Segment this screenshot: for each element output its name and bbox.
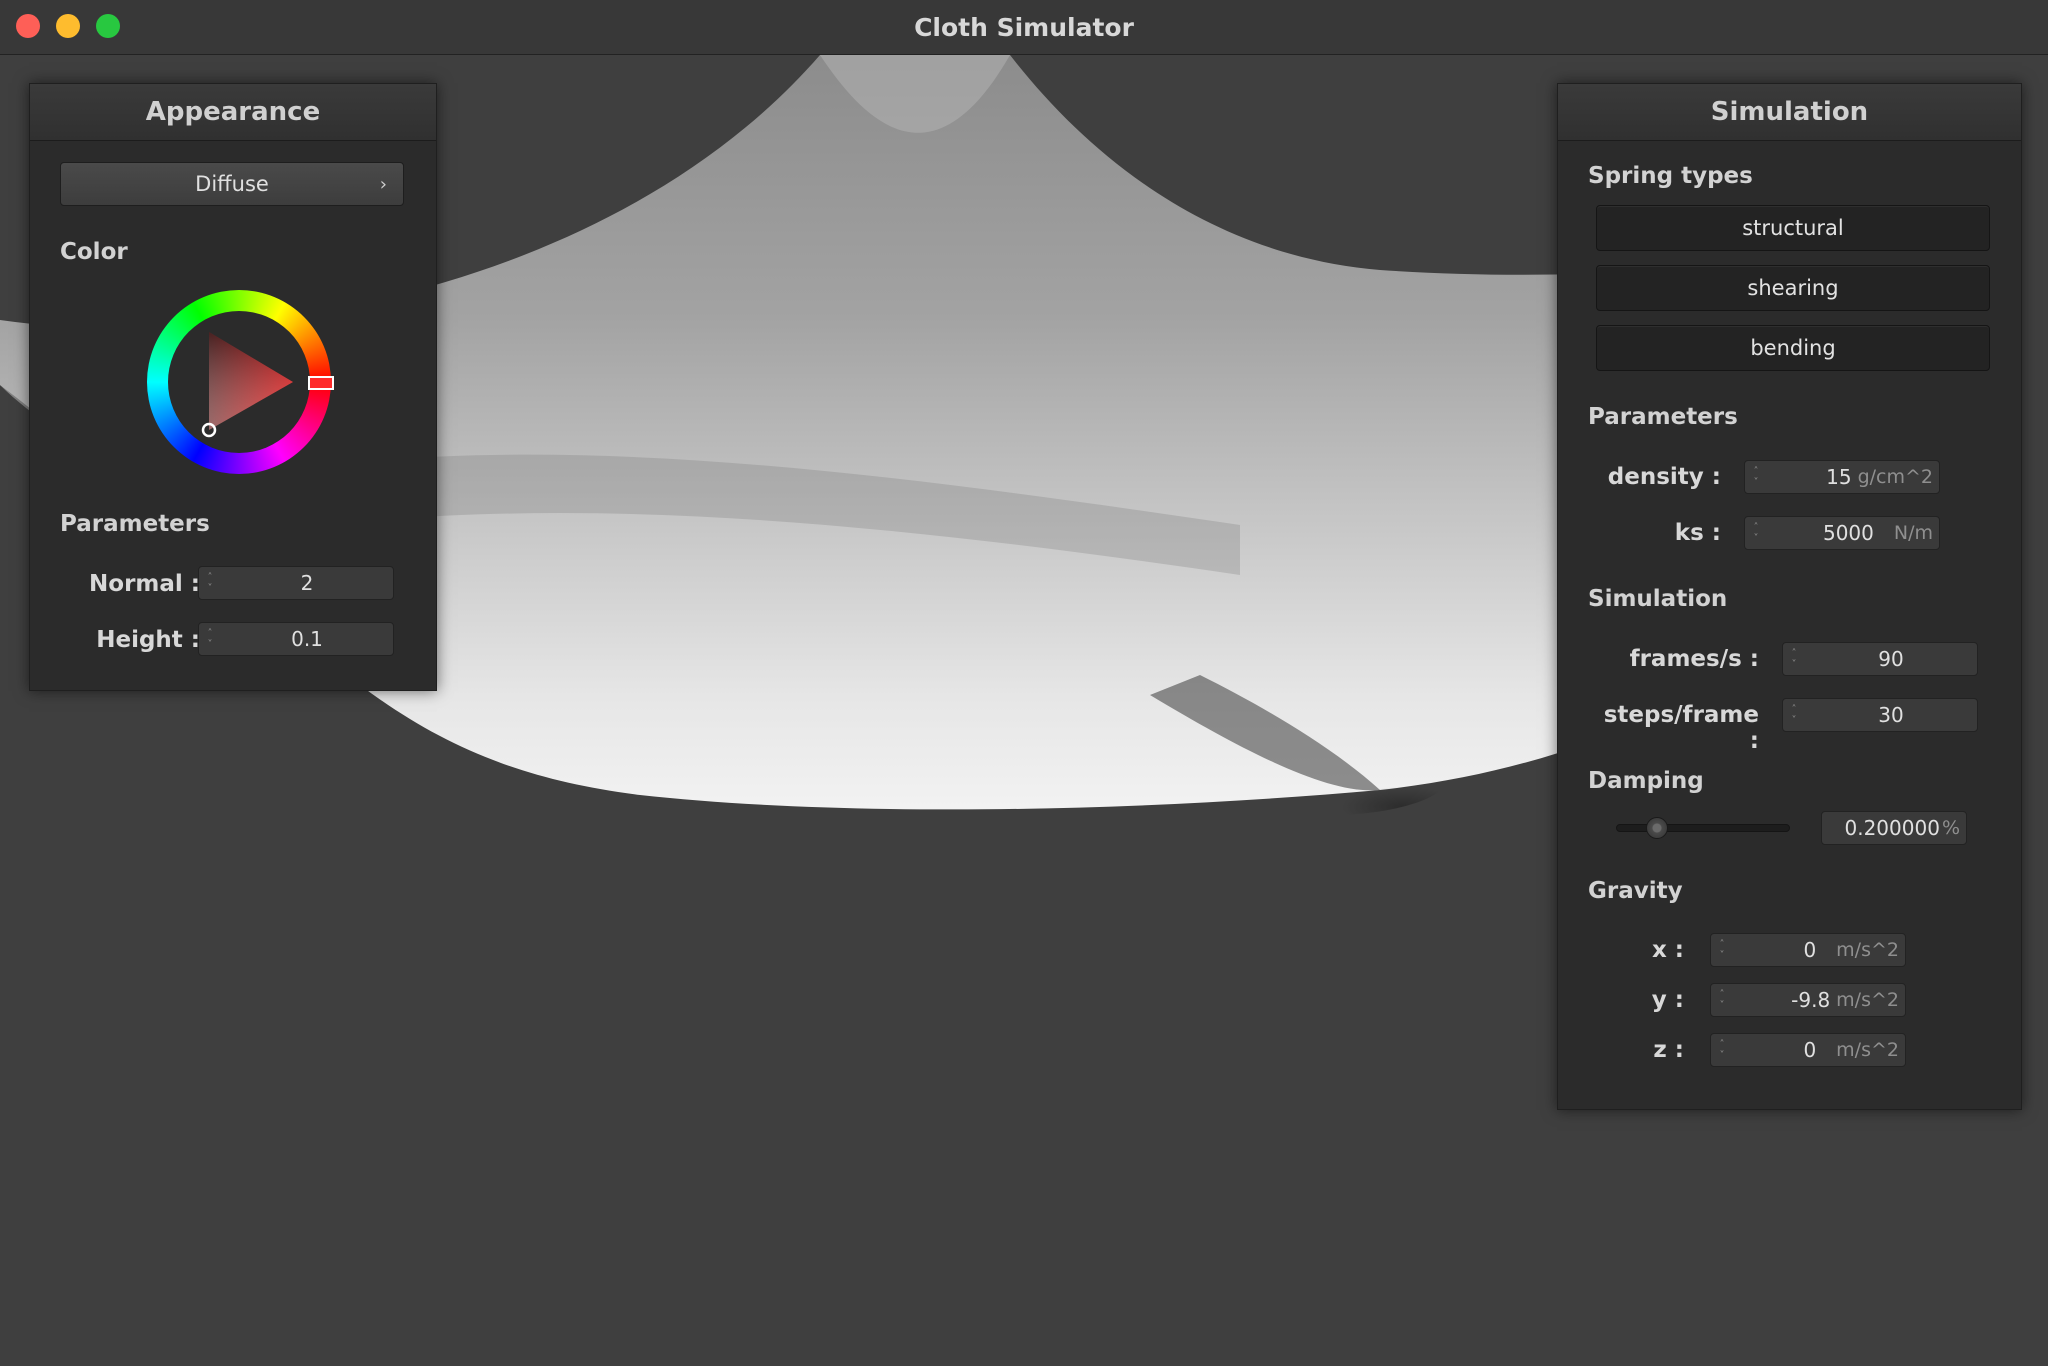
gravity-label: Gravity bbox=[1588, 878, 1683, 904]
close-window-button[interactable] bbox=[16, 14, 40, 38]
gravity-z-input[interactable]: ˄ ˅ 0 m/s^2 bbox=[1710, 1033, 1906, 1067]
sim-parameters-label: Parameters bbox=[1588, 404, 1738, 430]
spinner-icon[interactable]: ˄ ˅ bbox=[1711, 984, 1733, 1016]
normal-input[interactable]: ˄ ˅ 2 bbox=[198, 566, 394, 600]
damping-slider-track bbox=[1616, 824, 1790, 832]
ks-input[interactable]: ˄ ˅ 5000 N/m bbox=[1744, 516, 1940, 550]
ks-value: 5000 bbox=[1822, 521, 1874, 545]
gravity-x-unit: m/s^2 bbox=[1836, 939, 1899, 961]
appearance-parameters-label: Parameters bbox=[60, 511, 210, 537]
maximize-window-button[interactable] bbox=[96, 14, 120, 38]
height-value: 0.1 bbox=[291, 627, 323, 651]
damping-unit: % bbox=[1941, 817, 1960, 839]
spinner-icon[interactable]: ˄ ˅ bbox=[199, 567, 221, 599]
shader-dropdown-label: Diffuse bbox=[195, 172, 269, 196]
density-label: density : bbox=[1607, 464, 1721, 490]
height-label: Height : bbox=[96, 627, 200, 653]
spinner-icon[interactable]: ˄ ˅ bbox=[1711, 1034, 1733, 1066]
chevron-right-icon: › bbox=[379, 173, 387, 195]
shader-dropdown[interactable]: Diffuse › bbox=[60, 162, 404, 206]
spinner-icon[interactable]: ˄ ˅ bbox=[1745, 461, 1767, 493]
damping-input[interactable]: 0.200000 % bbox=[1821, 811, 1967, 845]
structural-toggle-button[interactable]: structural bbox=[1596, 205, 1990, 251]
damping-slider-thumb[interactable] bbox=[1646, 817, 1669, 839]
density-value: 15 bbox=[1826, 465, 1852, 489]
steps-per-frame-value: 30 bbox=[1878, 703, 1904, 727]
gravity-y-unit: m/s^2 bbox=[1836, 989, 1899, 1011]
color-wheel[interactable] bbox=[147, 290, 334, 474]
title-bar: Cloth Simulator bbox=[0, 0, 2048, 55]
gravity-z-value: 0 bbox=[1803, 1038, 1817, 1062]
damping-slider[interactable] bbox=[1616, 817, 1790, 839]
normal-value: 2 bbox=[300, 571, 314, 595]
gravity-y-value: -9.8 bbox=[1791, 988, 1831, 1012]
gravity-x-value: 0 bbox=[1803, 938, 1817, 962]
damping-label: Damping bbox=[1588, 768, 1704, 794]
normal-label: Normal : bbox=[89, 571, 200, 597]
window-title: Cloth Simulator bbox=[914, 12, 1134, 42]
appearance-panel-header[interactable]: Appearance bbox=[30, 84, 436, 141]
ks-label: ks : bbox=[1674, 520, 1721, 546]
steps-per-frame-label: steps/frame : bbox=[1603, 702, 1759, 754]
damping-value: 0.200000 bbox=[1844, 816, 1940, 840]
spinner-icon[interactable]: ˄ ˅ bbox=[1783, 643, 1805, 675]
shearing-toggle-button[interactable]: shearing bbox=[1596, 265, 1990, 311]
hue-handle[interactable] bbox=[308, 376, 334, 390]
spinner-icon[interactable]: ˄ ˅ bbox=[1783, 699, 1805, 731]
saturation-triangle[interactable] bbox=[147, 290, 331, 474]
minimize-window-button[interactable] bbox=[56, 14, 80, 38]
color-section-label: Color bbox=[60, 239, 128, 265]
gravity-z-unit: m/s^2 bbox=[1836, 1039, 1899, 1061]
steps-per-frame-input[interactable]: ˄ ˅ 30 bbox=[1782, 698, 1978, 732]
gravity-y-input[interactable]: ˄ ˅ -9.8 m/s^2 bbox=[1710, 983, 1906, 1017]
spinner-icon[interactable]: ˄ ˅ bbox=[1745, 517, 1767, 549]
density-unit: g/cm^2 bbox=[1857, 466, 1933, 488]
gravity-x-input[interactable]: ˄ ˅ 0 m/s^2 bbox=[1710, 933, 1906, 967]
gravity-z-label: z : bbox=[1653, 1037, 1684, 1063]
spring-types-label: Spring types bbox=[1588, 163, 1753, 189]
appearance-panel: Appearance Diffuse › Color Parameters No… bbox=[29, 83, 437, 691]
simulation-panel: Simulation Spring types structural shear… bbox=[1557, 83, 2022, 1110]
density-input[interactable]: ˄ ˅ 15 g/cm^2 bbox=[1744, 460, 1940, 494]
simulation-panel-header[interactable]: Simulation bbox=[1558, 84, 2021, 141]
frames-per-s-label: frames/s : bbox=[1629, 646, 1759, 672]
simulation-section-label: Simulation bbox=[1588, 586, 1728, 612]
ks-unit: N/m bbox=[1893, 522, 1933, 544]
bending-toggle-button[interactable]: bending bbox=[1596, 325, 1990, 371]
frames-per-s-value: 90 bbox=[1878, 647, 1904, 671]
gravity-y-label: y : bbox=[1651, 987, 1684, 1013]
spinner-icon[interactable]: ˄ ˅ bbox=[1711, 934, 1733, 966]
gravity-x-label: x : bbox=[1651, 937, 1684, 963]
height-input[interactable]: ˄ ˅ 0.1 bbox=[198, 622, 394, 656]
frames-per-s-input[interactable]: ˄ ˅ 90 bbox=[1782, 642, 1978, 676]
spinner-icon[interactable]: ˄ ˅ bbox=[199, 623, 221, 655]
